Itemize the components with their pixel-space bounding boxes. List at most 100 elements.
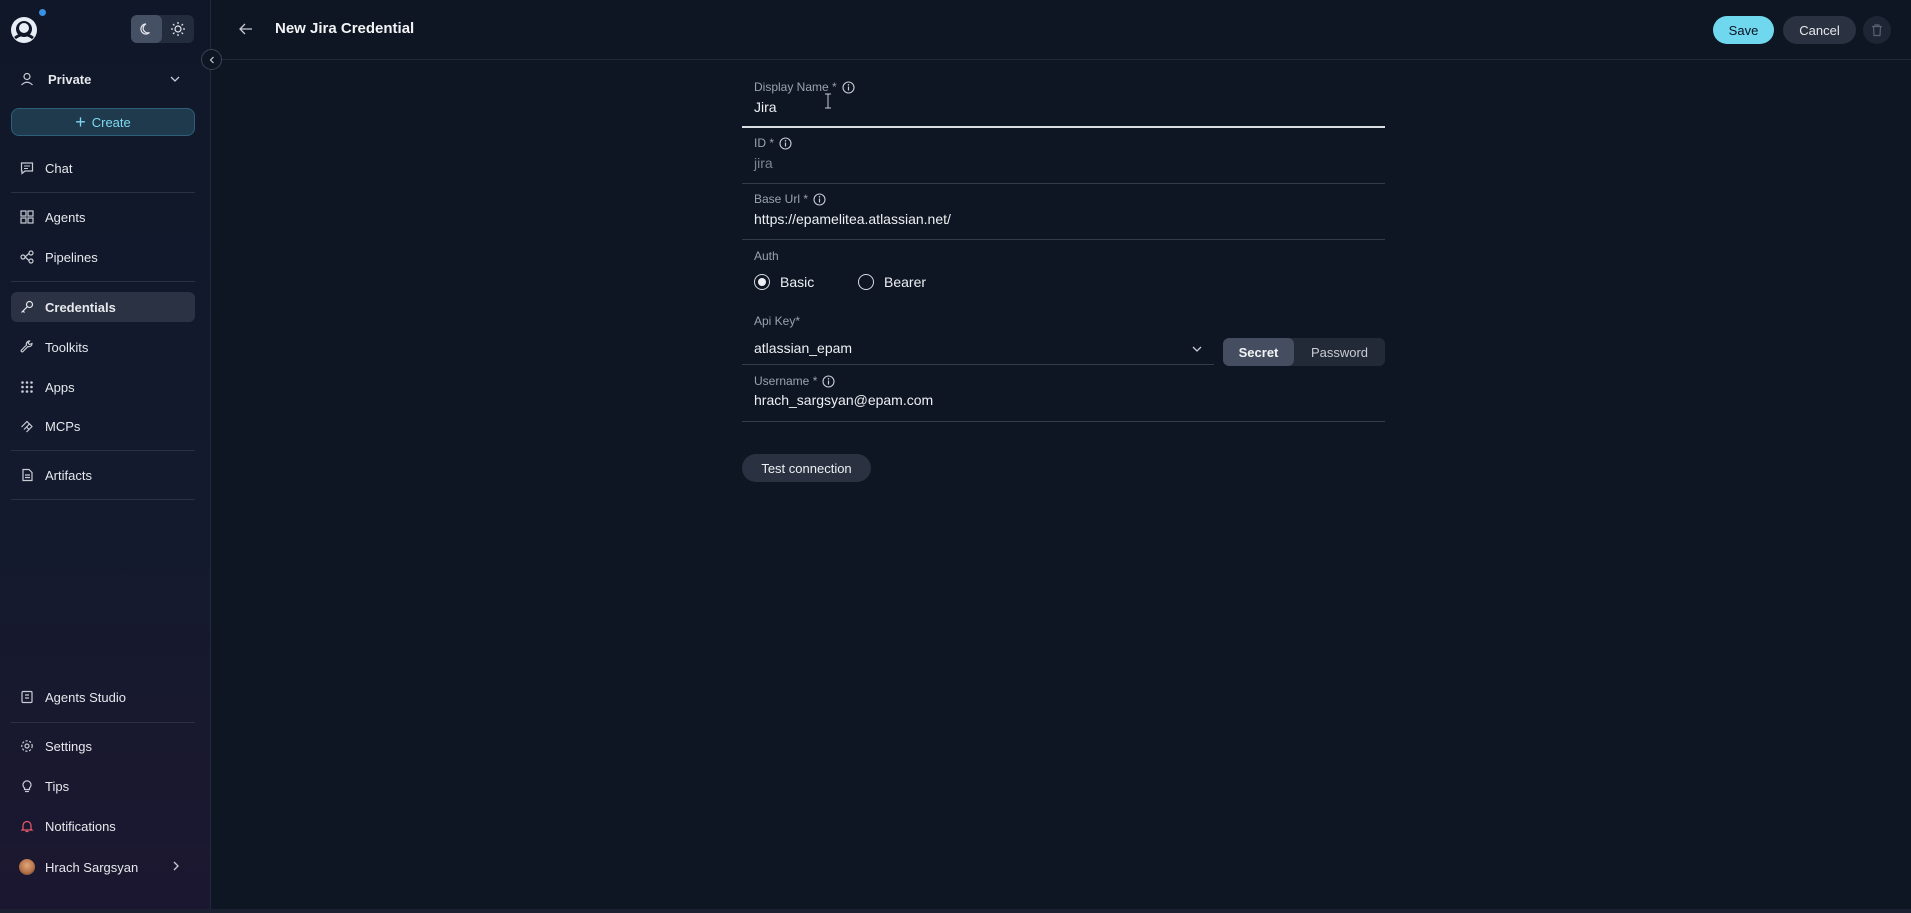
user-icon — [21, 72, 33, 86]
secret-mode-button[interactable]: Secret — [1223, 338, 1294, 366]
bottom-bar — [0, 909, 1911, 913]
api-key-value: atlassian_epam — [754, 340, 853, 356]
display-name-field[interactable]: Display Name * Jira — [742, 76, 1385, 128]
radio-label: Basic — [780, 274, 815, 290]
base-url-input[interactable]: https://epamelitea.atlassian.net/ — [754, 211, 951, 227]
sidebar-item-artifacts[interactable]: Artifacts — [11, 460, 195, 490]
user-profile[interactable]: Hrach Sargsyan — [11, 852, 195, 882]
delete-button[interactable] — [1863, 16, 1891, 44]
studio-icon — [19, 689, 35, 705]
username-label: Username * — [754, 374, 835, 388]
status-dot — [39, 9, 46, 16]
text-cursor-icon — [825, 93, 831, 109]
auth-radio-bearer[interactable]: Bearer — [858, 274, 926, 290]
app-logo-icon[interactable] — [10, 16, 38, 44]
base-url-field[interactable]: Base Url * https://epamelitea.atlassian.… — [742, 188, 1385, 240]
divider — [11, 281, 195, 282]
plus-icon: + — [75, 112, 86, 132]
sidebar-item-label: Agents — [45, 209, 86, 225]
key-icon — [19, 299, 35, 315]
lightbulb-icon — [19, 778, 35, 794]
sidebar-item-label: Agents Studio — [45, 689, 126, 705]
collapse-sidebar-button[interactable] — [201, 49, 222, 70]
id-input[interactable]: jira — [754, 155, 773, 171]
sidebar-item-agents-studio[interactable]: Agents Studio — [11, 682, 195, 712]
display-name-label: Display Name * — [754, 80, 855, 94]
info-icon[interactable] — [779, 136, 792, 150]
cancel-button[interactable]: Cancel — [1783, 16, 1856, 44]
sidebar-item-apps[interactable]: Apps — [11, 372, 195, 402]
sun-icon — [170, 22, 185, 36]
divider — [11, 499, 195, 500]
create-button[interactable]: + Create — [11, 108, 195, 136]
back-arrow-icon[interactable] — [238, 21, 254, 37]
sidebar-item-notifications[interactable]: Notifications — [11, 811, 195, 841]
trash-icon — [1872, 24, 1882, 37]
api-key-label: Api Key* — [754, 314, 801, 328]
password-mode-button[interactable]: Password — [1294, 338, 1385, 366]
mcp-icon — [19, 418, 35, 434]
light-mode-button[interactable] — [162, 15, 193, 43]
sidebar-item-chat[interactable]: Chat — [11, 153, 195, 183]
display-name-input[interactable]: Jira — [754, 99, 777, 115]
radio-unchecked-icon — [858, 274, 874, 290]
api-key-select[interactable]: Api Key* atlassian_epam — [742, 310, 1214, 365]
save-button[interactable]: Save — [1713, 16, 1774, 44]
radio-label: Bearer — [884, 274, 927, 290]
username-input[interactable]: hrach_sargsyan@epam.com — [754, 392, 933, 408]
bell-icon — [19, 818, 35, 834]
id-label: ID * — [754, 136, 792, 150]
artifact-icon — [19, 467, 35, 483]
chevron-left-icon — [209, 56, 214, 63]
sidebar-item-label: Chat — [45, 160, 73, 176]
chevron-down-icon — [1192, 346, 1202, 352]
divider — [11, 192, 195, 193]
create-label: Create — [91, 114, 131, 130]
page-header: New Jira Credential Save Cancel — [212, 0, 1911, 60]
sidebar-item-pipelines[interactable]: Pipelines — [11, 242, 195, 272]
chevron-right-icon — [173, 861, 179, 871]
sidebar-item-label: Pipelines — [45, 249, 98, 265]
page-title: New Jira Credential — [275, 20, 415, 37]
info-icon[interactable] — [813, 192, 826, 206]
divider — [11, 450, 195, 451]
id-field[interactable]: ID * jira — [742, 132, 1385, 184]
sidebar-item-credentials[interactable]: Credentials — [11, 292, 195, 322]
apps-icon — [19, 379, 35, 395]
sidebar-item-label: Artifacts — [45, 467, 92, 483]
wrench-icon — [19, 339, 35, 355]
sidebar-item-label: Apps — [45, 379, 75, 395]
auth-radio-basic[interactable]: Basic — [754, 274, 814, 290]
radio-checked-icon — [754, 274, 770, 290]
project-name: Private — [48, 71, 92, 87]
sidebar-item-label: Notifications — [45, 818, 116, 834]
api-key-mode-toggle[interactable]: Secret Password — [1223, 338, 1385, 366]
info-icon[interactable] — [842, 80, 855, 94]
theme-toggle[interactable] — [131, 15, 194, 43]
moon-icon — [139, 23, 150, 35]
sidebar-item-label: Settings — [45, 738, 92, 754]
user-name: Hrach Sargsyan — [45, 859, 139, 875]
sidebar-item-mcps[interactable]: MCPs — [11, 411, 195, 441]
sidebar: Private + Create Chat Agents Pipelines C… — [0, 0, 211, 909]
grid-icon — [19, 209, 35, 225]
auth-label: Auth — [754, 249, 779, 263]
sidebar-item-label: Tips — [45, 778, 70, 794]
sidebar-item-toolkits[interactable]: Toolkits — [11, 332, 195, 362]
pipeline-icon — [19, 249, 35, 265]
project-selector[interactable]: Private — [0, 64, 210, 94]
gear-icon — [19, 738, 35, 754]
info-icon[interactable] — [822, 374, 835, 388]
sidebar-item-agents[interactable]: Agents — [11, 202, 195, 232]
username-field[interactable]: Username * hrach_sargsyan@epam.com — [742, 370, 1385, 422]
sidebar-item-label: Credentials — [45, 299, 116, 315]
test-connection-button[interactable]: Test connection — [742, 454, 871, 482]
sidebar-item-label: MCPs — [45, 418, 81, 434]
chevron-down-icon — [170, 76, 180, 82]
base-url-label: Base Url * — [754, 192, 826, 206]
chat-icon — [19, 160, 35, 176]
divider — [11, 722, 195, 723]
sidebar-item-tips[interactable]: Tips — [11, 771, 195, 801]
sidebar-item-settings[interactable]: Settings — [11, 731, 195, 761]
dark-mode-button[interactable] — [131, 15, 162, 43]
